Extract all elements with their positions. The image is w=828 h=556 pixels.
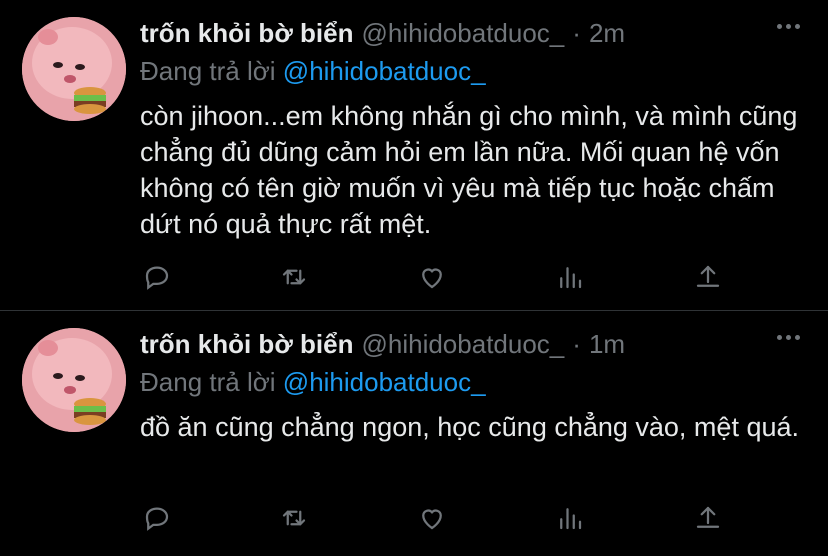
reply-mention-link[interactable]: @hihidobatduoc_	[283, 367, 486, 397]
tweet-header: trốn khỏi bờ biển @hihidobatduoc_ · 2m	[140, 18, 625, 52]
avatar[interactable]	[22, 328, 126, 432]
tweet-text: đồ ăn cũng chẳng ngon, học cũng chẳng và…	[140, 412, 799, 442]
reply-mention-link[interactable]: @hihidobatduoc_	[283, 56, 486, 86]
display-name[interactable]: trốn khỏi bờ biển	[140, 18, 353, 49]
reply-icon[interactable]	[140, 501, 174, 535]
tweet-header: trốn khỏi bờ biển @hihidobatduoc_ · 1m	[140, 329, 625, 363]
tweet-actions	[140, 260, 730, 294]
reply-icon[interactable]	[140, 260, 174, 294]
handle[interactable]: @hihidobatduoc_	[361, 18, 564, 49]
retweet-icon[interactable]	[277, 260, 311, 294]
analytics-icon[interactable]	[553, 501, 587, 535]
display-name[interactable]: trốn khỏi bờ biển	[140, 329, 353, 360]
replying-to: Đang trả lời @hihidobatduoc_	[140, 56, 486, 87]
replying-to: Đang trả lời @hihidobatduoc_	[140, 367, 486, 398]
analytics-icon[interactable]	[553, 260, 587, 294]
tweet[interactable]: trốn khỏi bờ biển @hihidobatduoc_ · 1m Đ…	[0, 311, 828, 556]
like-icon[interactable]	[415, 501, 449, 535]
replying-prefix: Đang trả lời	[140, 367, 276, 397]
share-icon[interactable]	[691, 260, 725, 294]
retweet-icon[interactable]	[277, 501, 311, 535]
more-icon[interactable]	[777, 335, 800, 340]
timestamp[interactable]: 2m	[589, 18, 625, 49]
tweet-text: còn jihoon...em không nhắn gì cho mình, …	[140, 101, 798, 239]
separator-dot: ·	[572, 329, 581, 359]
separator-dot: ·	[572, 18, 581, 48]
like-icon[interactable]	[415, 260, 449, 294]
more-icon[interactable]	[777, 24, 800, 29]
timestamp[interactable]: 1m	[589, 329, 625, 360]
share-icon[interactable]	[691, 501, 725, 535]
handle[interactable]: @hihidobatduoc_	[361, 329, 564, 360]
tweet-actions	[140, 501, 730, 535]
tweet[interactable]: trốn khỏi bờ biển @hihidobatduoc_ · 2m Đ…	[0, 0, 828, 311]
replying-prefix: Đang trả lời	[140, 56, 276, 86]
avatar[interactable]	[22, 17, 126, 121]
